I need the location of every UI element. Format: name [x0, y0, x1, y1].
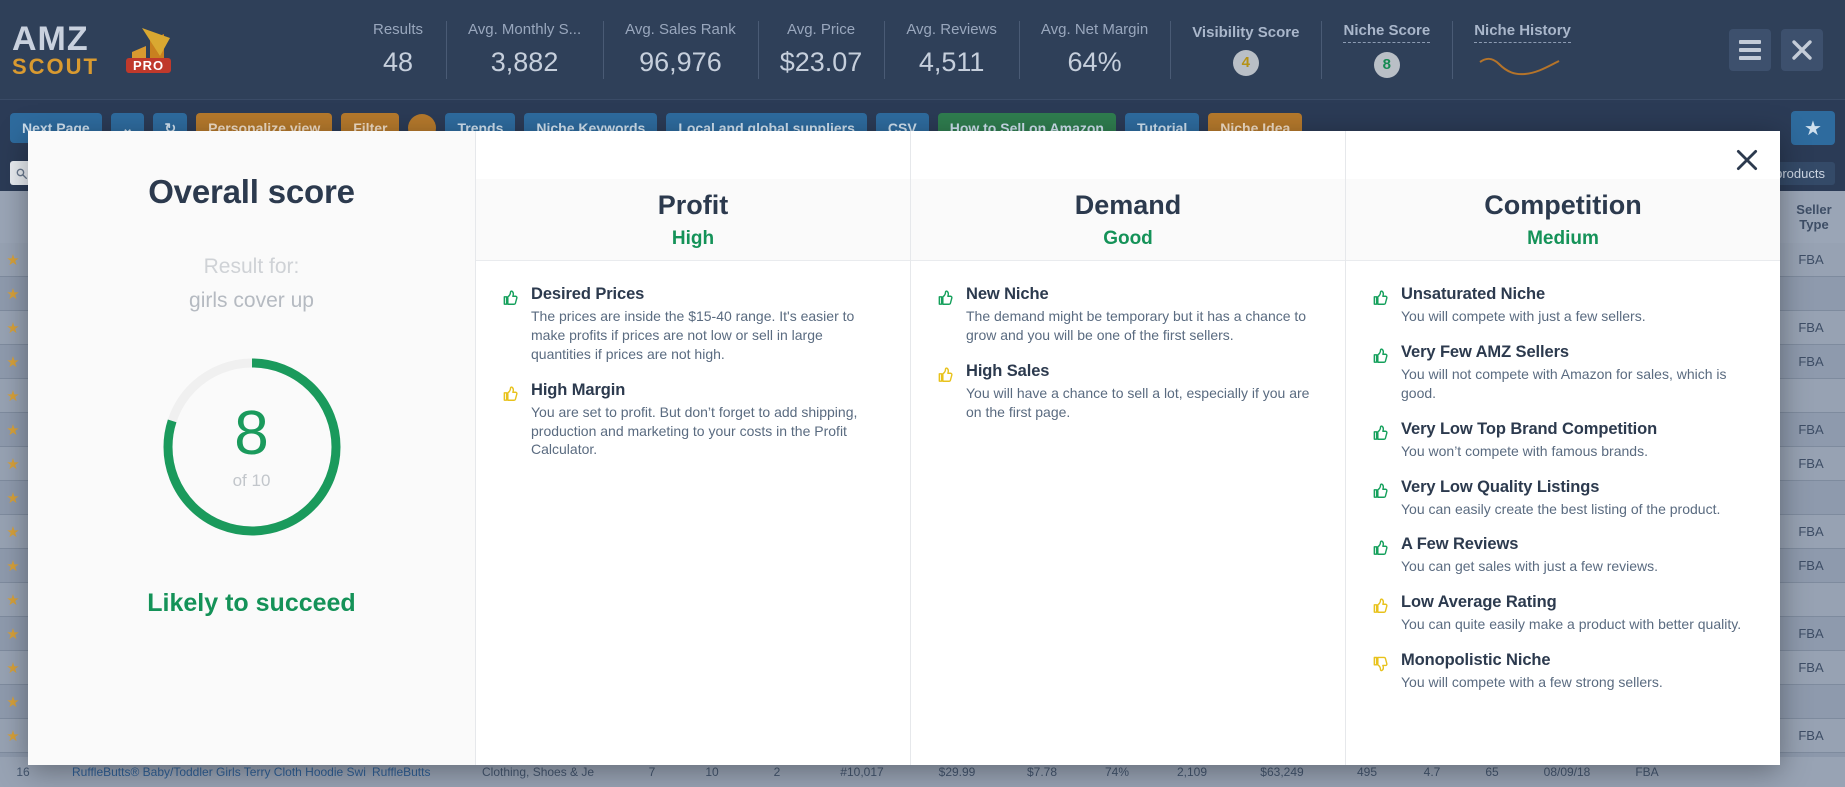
result-keyword: girls cover up	[189, 289, 314, 312]
criteria-item: Low Average Rating You can quite easily m…	[1370, 593, 1756, 634]
criteria-item: Very Low Top Brand Competition You won’t …	[1370, 420, 1756, 461]
criteria-title: New Niche	[966, 285, 1049, 303]
criteria-title: Monopolistic Niche	[1401, 651, 1551, 670]
criteria-title: Very Few AMZ Sellers	[1401, 342, 1569, 361]
modal-close-icon[interactable]	[1730, 145, 1764, 175]
criteria-title: Very Low Quality Listings	[1401, 477, 1600, 496]
criteria-item: New Niche The demand might be temporary b…	[935, 285, 1321, 345]
thumbs-up-icon	[1370, 285, 1390, 326]
modal-overlay: Overall score Result for: girls cover up…	[0, 0, 1845, 787]
criteria-description: You can get sales with just a few review…	[1401, 558, 1659, 575]
close-glyph	[1736, 149, 1758, 171]
criteria-title: Desired Prices	[531, 285, 645, 303]
column-items: New Niche The demand might be temporary b…	[911, 261, 1345, 449]
criteria-description: You won’t compete with famous brands.	[1401, 442, 1648, 459]
criteria-title: High Margin	[531, 380, 626, 399]
column-items: Desired Prices The prices are inside the …	[476, 261, 910, 486]
criteria-item: High Sales You will have a chance to sell…	[935, 362, 1321, 422]
criteria-title: Low Average Rating	[1401, 593, 1557, 612]
criteria-item: Very Few AMZ Sellers You will not compete…	[1370, 343, 1756, 403]
criteria-item: Desired Prices The prices are inside the …	[500, 285, 886, 364]
column-verdict: Good	[1103, 227, 1153, 249]
criteria-title: High Sales	[966, 361, 1050, 380]
column-title: Demand	[1074, 189, 1182, 220]
app-root: AMZ SCOUT PRO Results 48 Avg. Monthly S...…	[0, 0, 1845, 787]
thumbs-up-icon	[935, 285, 955, 345]
column-title: Competition	[1484, 189, 1642, 220]
column-verdict: Medium	[1527, 227, 1599, 249]
criteria-item: Very Low Quality Listings You can easily …	[1370, 478, 1756, 519]
criteria-description: The demand might be temporary but it has…	[966, 308, 1307, 343]
thumbs-up-icon	[1370, 535, 1390, 576]
criteria-title: A Few Reviews	[1401, 535, 1519, 554]
thumbs-up-icon	[500, 285, 520, 364]
column-title: Profit	[657, 189, 729, 220]
column-header: Demand Good	[911, 179, 1345, 261]
thumbs-up-icon	[1370, 420, 1390, 461]
criteria-description: You can quite easily make a product with…	[1401, 616, 1742, 633]
criteria-column-profit: Profit High Desired Prices The prices are i…	[476, 131, 911, 765]
criteria-description: You will have a chance to sell a lot, es…	[966, 384, 1310, 420]
niche-score-modal: Overall score Result for: girls cover up…	[28, 131, 1780, 765]
thumbs-up-icon	[935, 362, 955, 422]
criteria-item: Monopolistic Niche You will compete with …	[1370, 651, 1756, 692]
criteria-description: You will compete with just a few sellers…	[1401, 308, 1646, 324]
criteria-column-competition: Competition Medium Unsaturated Niche You wi…	[1346, 131, 1780, 765]
criteria-column-demand: Demand Good New Niche The demand might be t…	[911, 131, 1346, 765]
criteria-description: You are set to profit. But don’t forget …	[531, 403, 858, 458]
criteria-description: You will not compete with Amazon for sal…	[1401, 365, 1727, 401]
criteria-description: You will compete with a few strong selle…	[1401, 674, 1663, 691]
column-items: Unsaturated Niche You will compete with j…	[1346, 261, 1780, 719]
overall-score-panel: Overall score Result for: girls cover up…	[28, 131, 476, 765]
thumbs-up-icon	[500, 381, 520, 460]
criteria-title: Very Low Top Brand Competition	[1401, 419, 1658, 438]
score-max-label: of 10	[232, 471, 271, 490]
thumbs-up-icon	[1370, 478, 1390, 519]
criteria-item: High Margin You are set to profit. But do…	[500, 381, 886, 460]
criteria-description: You can easily create the best listing o…	[1401, 500, 1721, 517]
criteria-columns: Profit High Desired Prices The prices are i…	[476, 131, 1780, 765]
column-verdict: High	[671, 227, 715, 249]
criteria-item: A Few Reviews You can get sales with just…	[1370, 535, 1756, 576]
column-header: Profit High	[476, 179, 910, 261]
page-title: Overall score	[148, 173, 355, 210]
column-header: Competition Medium	[1346, 179, 1780, 261]
thumbs-down-icon	[1370, 651, 1390, 692]
criteria-title: Unsaturated Niche	[1401, 285, 1546, 303]
overall-verdict: Likely to succeed	[147, 589, 356, 617]
thumbs-up-icon	[1370, 343, 1390, 403]
thumbs-up-icon	[1370, 593, 1390, 634]
score-value: 8	[234, 399, 269, 468]
score-donut-chart: 8 of 10	[158, 353, 346, 541]
criteria-item: Unsaturated Niche You will compete with j…	[1370, 285, 1756, 326]
result-for-label: Result for:	[203, 255, 300, 278]
criteria-description: The prices are inside the $15-40 range. …	[531, 308, 855, 362]
